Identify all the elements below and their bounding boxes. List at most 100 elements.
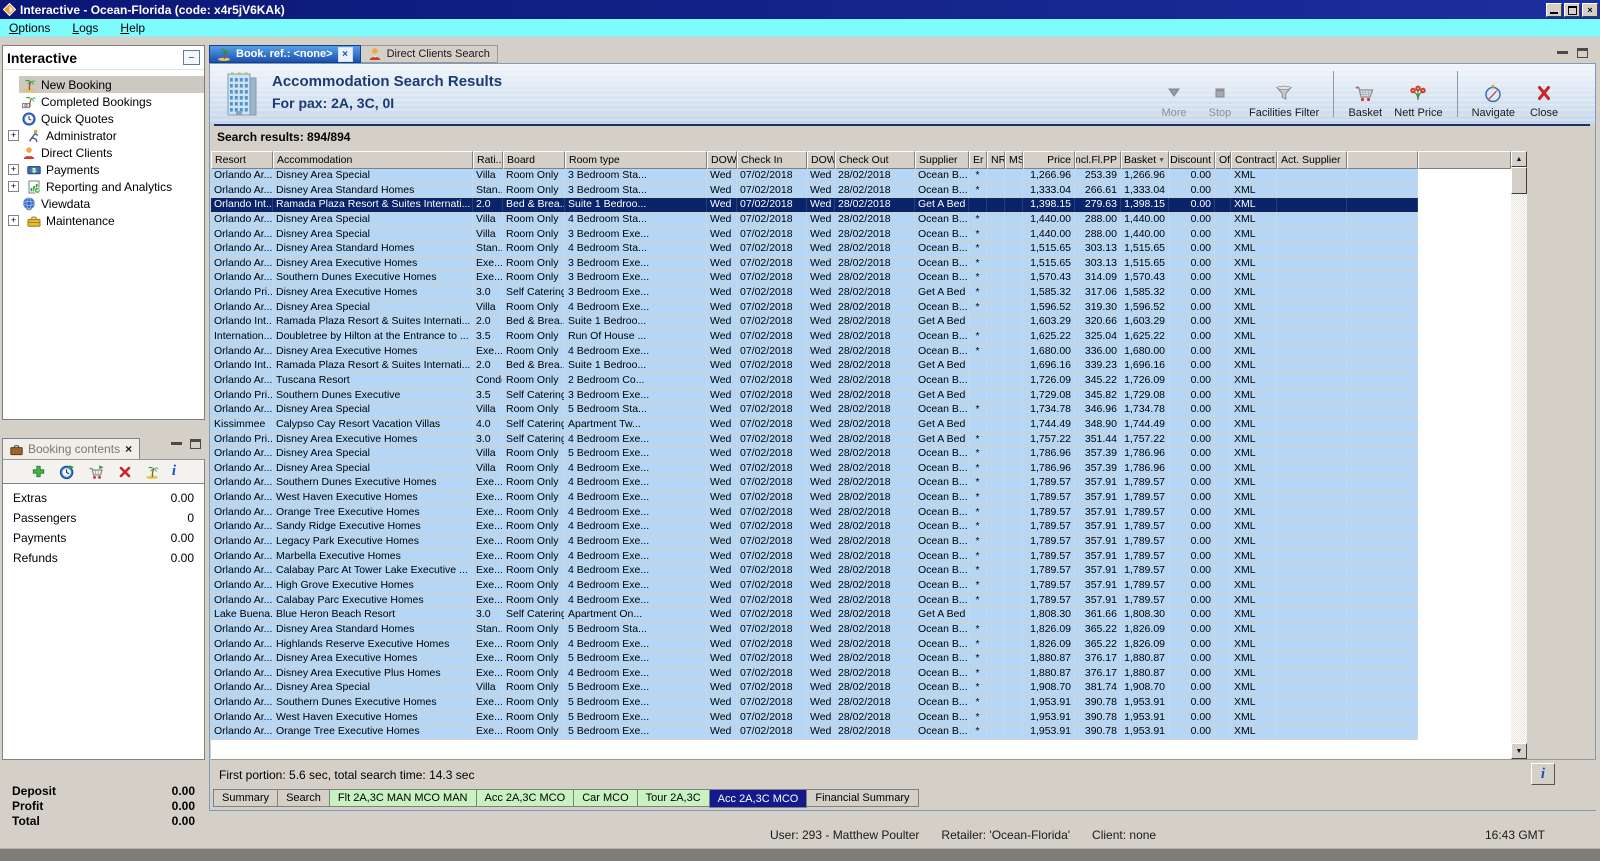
sidebar-collapse-button[interactable]: − <box>183 50 200 65</box>
basket-button[interactable]: Basket <box>1348 69 1382 119</box>
column-header-room-type[interactable]: Room type <box>565 151 707 169</box>
table-row[interactable]: Orlando Ar...Disney Area SpecialVillaRoo… <box>211 169 1418 184</box>
column-header-contract[interactable]: Contract <box>1231 151 1277 169</box>
sidebar-item-viewdata[interactable]: Viewdata <box>3 195 204 212</box>
column-header-dow-in[interactable]: DOW <box>707 151 737 169</box>
column-header-er[interactable]: Er <box>969 151 987 169</box>
sidebar-item-maintenance[interactable]: +Maintenance <box>3 212 204 229</box>
section-tab-summary[interactable]: Summary <box>213 789 278 807</box>
column-header-price[interactable]: Price <box>1023 151 1075 169</box>
more-button[interactable]: More <box>1157 69 1191 119</box>
table-row[interactable]: Orlando Ar...High Grove Executive HomesE… <box>211 579 1418 594</box>
section-tab-acc-2a-3c-mco[interactable]: Acc 2A,3C MCO <box>709 789 808 808</box>
table-row[interactable]: Orlando Ar...West Haven Executive HomesE… <box>211 491 1418 506</box>
table-row[interactable]: Orlando Ar...Disney Area Executive Homes… <box>211 257 1418 272</box>
info-button[interactable]: i <box>1531 763 1555 785</box>
table-row[interactable]: Orlando Ar...Orange Tree Executive Homes… <box>211 725 1418 740</box>
expand-toggle[interactable]: + <box>8 164 19 175</box>
sidebar-item-administrator[interactable]: +Administrator <box>3 127 204 144</box>
panel-maximize-icon[interactable] <box>190 439 201 449</box>
table-row[interactable]: Orlando Ar...Marbella Executive HomesExe… <box>211 550 1418 565</box>
booking-contents-close-icon[interactable]: × <box>125 444 132 454</box>
nett-price-button[interactable]: Nett Price <box>1394 69 1442 119</box>
booking-contents-tab[interactable]: Booking contents × <box>2 438 140 459</box>
table-row[interactable]: Orlando Ar...Disney Area SpecialVillaRoo… <box>211 681 1418 696</box>
sidebar-item-new-booking[interactable]: New Booking <box>3 76 204 93</box>
table-row[interactable]: Orlando Int...Ramada Plaza Resort & Suit… <box>211 198 1418 213</box>
table-row[interactable]: Orlando Ar...West Haven Executive HomesE… <box>211 711 1418 726</box>
sidebar-item-quick-quotes[interactable]: Quick Quotes <box>3 110 204 127</box>
menu-item-logs[interactable]: Logs <box>72 21 98 35</box>
table-row[interactable]: Orlando Ar...Southern Dunes Executive Ho… <box>211 476 1418 491</box>
column-header-of[interactable]: Of <box>1215 151 1231 169</box>
table-row[interactable]: Orlando Ar...Southern Dunes Executive Ho… <box>211 271 1418 286</box>
expand-toggle[interactable]: + <box>8 215 19 226</box>
column-header-rating[interactable]: Rati... <box>473 151 503 169</box>
stop-button[interactable]: Stop <box>1203 69 1237 119</box>
table-row[interactable]: Orlando Ar...Disney Area SpecialVillaRoo… <box>211 447 1418 462</box>
minimize-button[interactable] <box>1546 3 1562 17</box>
table-row[interactable]: Orlando Ar...Disney Area SpecialVillaRoo… <box>211 228 1418 243</box>
table-row[interactable]: Orlando Ar...Disney Area Standard HomesS… <box>211 623 1418 638</box>
column-header-board[interactable]: Board <box>503 151 565 169</box>
table-row[interactable]: Orlando Ar...Legacy Park Executive Homes… <box>211 535 1418 550</box>
close-button[interactable]: × <box>1582 3 1598 17</box>
table-row[interactable]: Orlando Ar...Disney Area SpecialVillaRoo… <box>211 403 1418 418</box>
expand-toggle[interactable]: + <box>8 130 19 141</box>
tab-direct-clients-search[interactable]: Direct Clients Search <box>361 45 498 63</box>
expand-toggle[interactable]: + <box>8 181 19 192</box>
table-row[interactable]: Orlando Ar...Disney Area Executive Homes… <box>211 652 1418 667</box>
plus-icon[interactable] <box>31 464 46 479</box>
table-row[interactable]: Orlando Pri...Disney Area Executive Home… <box>211 286 1418 301</box>
table-row[interactable]: Orlando Ar...Calabay Parc At Tower Lake … <box>211 564 1418 579</box>
navigate-button[interactable]: Navigate <box>1472 69 1515 119</box>
table-row[interactable]: Orlando Ar...Calabay Parc Executive Home… <box>211 594 1418 609</box>
column-header-ms[interactable]: MS <box>1005 151 1023 169</box>
section-tab-search[interactable]: Search <box>277 789 330 807</box>
menu-item-help[interactable]: Help <box>120 21 145 35</box>
sidebar-item-direct-clients[interactable]: Direct Clients <box>3 144 204 161</box>
column-header-accommodation[interactable]: Accommodation <box>273 151 473 169</box>
sidebar-item-reporting-and-analytics[interactable]: +Reporting and Analytics <box>3 178 204 195</box>
table-row[interactable]: Orlando Ar...Disney Area SpecialVillaRoo… <box>211 462 1418 477</box>
info-icon[interactable]: i <box>172 464 176 479</box>
column-header-nr[interactable]: NR <box>987 151 1005 169</box>
menu-item-options[interactable]: Options <box>9 21 50 35</box>
column-header-incl-fl-pp[interactable]: Incl.Fl.PP <box>1075 151 1121 169</box>
table-row[interactable]: Orlando Pri...Southern Dunes Executive3.… <box>211 389 1418 404</box>
column-header-supplier[interactable]: Supplier <box>915 151 969 169</box>
table-row[interactable]: KissimmeeCalypso Cay Resort Vacation Vil… <box>211 418 1418 433</box>
tabgroup-maximize-icon[interactable] <box>1577 48 1588 58</box>
vertical-scrollbar[interactable]: ▲ ▼ <box>1511 151 1527 759</box>
basket-arrow-icon[interactable] <box>88 464 105 480</box>
sidebar-item-payments[interactable]: +$Payments <box>3 161 204 178</box>
table-row[interactable]: Orlando Ar...Disney Area Standard HomesS… <box>211 184 1418 199</box>
scrollbar-thumb[interactable] <box>1511 167 1527 194</box>
sidebar-item-completed-bookings[interactable]: Completed Bookings <box>3 93 204 110</box>
table-row[interactable]: Orlando Ar...Southern Dunes Executive Ho… <box>211 696 1418 711</box>
table-row[interactable]: Orlando Ar...Disney Area Executive Plus … <box>211 667 1418 682</box>
tab-close-icon[interactable]: × <box>338 47 353 62</box>
table-row[interactable]: Orlando Ar...Disney Area SpecialVillaRoo… <box>211 213 1418 228</box>
section-tab-financial-summary[interactable]: Financial Summary <box>806 789 918 807</box>
column-header-check-out[interactable]: Check Out <box>835 151 915 169</box>
table-row[interactable]: Orlando Ar...Highlands Reserve Executive… <box>211 638 1418 653</box>
table-row[interactable]: Orlando Ar...Sandy Ridge Executive Homes… <box>211 520 1418 535</box>
section-tab-tour-2a-3c[interactable]: Tour 2A,3C <box>637 789 710 807</box>
table-row[interactable]: Orlando Int...Ramada Plaza Resort & Suit… <box>211 359 1418 374</box>
column-header-resort[interactable]: Resort <box>211 151 273 169</box>
table-row[interactable]: Orlando Ar...Disney Area Executive Homes… <box>211 345 1418 360</box>
column-header-check-in[interactable]: Check In <box>737 151 807 169</box>
section-tab-acc-2a-3c-mco[interactable]: Acc 2A,3C MCO <box>476 789 575 807</box>
scroll-down-icon[interactable]: ▼ <box>1511 743 1527 759</box>
palm-tree-icon[interactable] <box>145 465 159 479</box>
column-header-discount[interactable]: Discount <box>1169 151 1215 169</box>
column-header-basket[interactable]: Basket▼ <box>1121 151 1169 169</box>
section-tab-flt-2a-3c-man-mco-man[interactable]: Flt 2A,3C MAN MCO MAN <box>329 789 477 807</box>
panel-minimize-icon[interactable] <box>171 442 182 445</box>
table-row[interactable]: Orlando Ar...Disney Area SpecialVillaRoo… <box>211 301 1418 316</box>
restore-button[interactable] <box>1564 3 1580 17</box>
table-row[interactable]: Orlando Int...Ramada Plaza Resort & Suit… <box>211 315 1418 330</box>
table-row[interactable]: Internation...Doubletree by Hilton at th… <box>211 330 1418 345</box>
column-header-dow-out[interactable]: DOW <box>807 151 835 169</box>
